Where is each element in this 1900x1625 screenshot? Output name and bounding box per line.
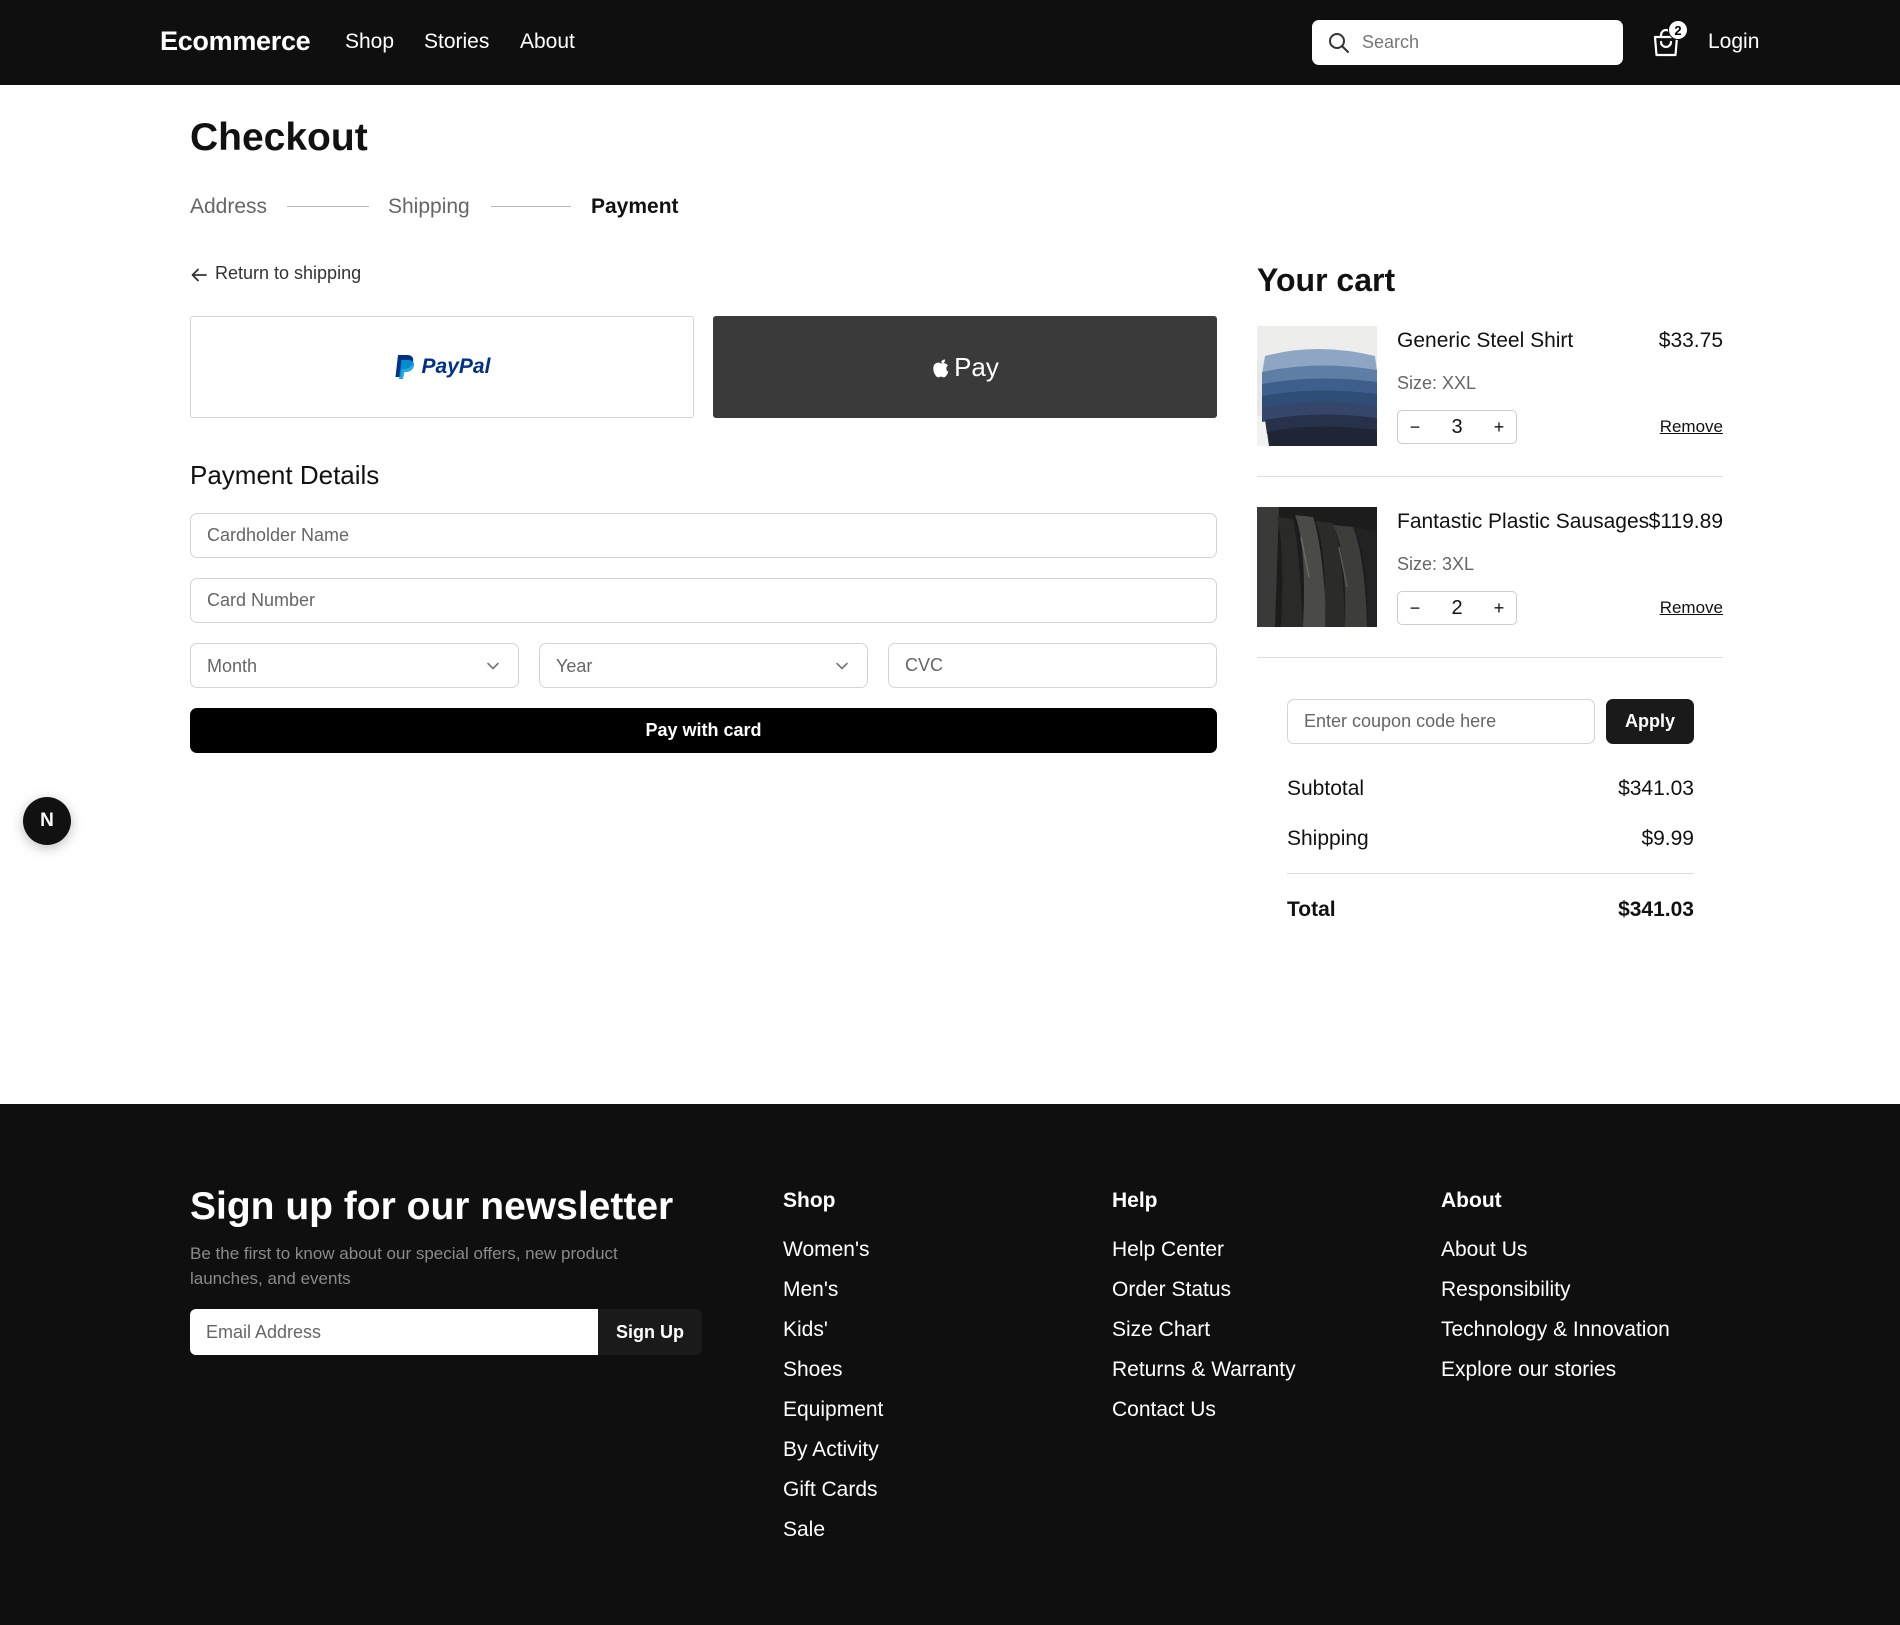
subtotal-label: Subtotal <box>1287 777 1365 800</box>
footer-column-title-help: Help <box>1112 1189 1158 1212</box>
card-number-field[interactable] <box>190 578 1217 623</box>
return-to-shipping-label: Return to shipping <box>215 263 362 283</box>
footer-column-title-shop: Shop <box>783 1189 836 1212</box>
cart-count-badge: 2 <box>1668 20 1688 40</box>
cart-item-name[interactable]: Generic Steel Shirt <box>1397 329 1573 353</box>
apply-coupon-button[interactable]: Apply <box>1606 699 1694 744</box>
apple-pay-label: Pay <box>954 351 999 382</box>
quantity-stepper[interactable]: − 3 + <box>1397 410 1517 444</box>
chevron-down-icon <box>836 662 848 670</box>
footer-link[interactable]: By Activity <box>783 1438 879 1462</box>
sign-up-button[interactable]: Sign Up <box>598 1309 702 1355</box>
step-divider <box>491 206 571 207</box>
coupon-input[interactable] <box>1288 700 1594 743</box>
footer-link[interactable]: Technology & Innovation <box>1441 1318 1670 1342</box>
dev-tools-badge-label: N <box>40 810 54 831</box>
footer-link[interactable]: Order Status <box>1112 1278 1231 1302</box>
month-select-label: Month <box>207 656 258 676</box>
product-image[interactable] <box>1257 507 1377 627</box>
newsletter-form: Sign Up <box>190 1309 702 1355</box>
month-select[interactable]: Month <box>190 643 519 688</box>
paypal-label: PayPal <box>421 355 491 378</box>
newsletter-description: Be the first to know about our special o… <box>190 1244 618 1288</box>
pay-with-card-button[interactable]: Pay with card <box>190 708 1217 753</box>
step-address[interactable]: Address <box>190 195 267 219</box>
footer-link[interactable]: Size Chart <box>1112 1318 1210 1342</box>
total-value: $341.03 <box>1618 898 1694 921</box>
increase-quantity-button[interactable]: + <box>1482 411 1516 443</box>
remove-item-link[interactable]: Remove <box>1660 417 1723 437</box>
shipping-label: Shipping <box>1287 827 1369 850</box>
subtotal-value: $341.03 <box>1618 777 1694 800</box>
search-box[interactable] <box>1312 20 1623 65</box>
footer-link[interactable]: About Us <box>1441 1238 1527 1262</box>
search-input[interactable] <box>1362 20 1612 65</box>
folded-shirts-image <box>1257 326 1377 446</box>
page-title: Checkout <box>190 116 368 159</box>
quantity-stepper[interactable]: − 2 + <box>1397 591 1517 625</box>
divider <box>1257 657 1723 658</box>
newsletter-heading: Sign up for our newsletter <box>190 1185 674 1228</box>
year-select[interactable]: Year <box>539 643 868 688</box>
increase-quantity-button[interactable]: + <box>1482 592 1516 624</box>
footer-link[interactable]: Help Center <box>1112 1238 1224 1262</box>
footer-link[interactable]: Gift Cards <box>783 1478 878 1502</box>
apple-pay-button[interactable]: Pay <box>713 316 1217 418</box>
step-payment[interactable]: Payment <box>591 195 679 219</box>
card-number-input[interactable] <box>191 579 1216 622</box>
quantity-value: 3 <box>1451 416 1463 438</box>
paypal-button[interactable]: PayPal <box>190 316 694 418</box>
paypal-icon <box>395 355 414 379</box>
product-image[interactable] <box>1257 326 1377 446</box>
footer-link[interactable]: Responsibility <box>1441 1278 1571 1302</box>
divider <box>1287 873 1694 874</box>
year-select-label: Year <box>556 656 593 676</box>
footer-link[interactable]: Returns & Warranty <box>1112 1358 1296 1382</box>
footer-link[interactable]: Explore our stories <box>1441 1358 1616 1382</box>
footer-link[interactable]: Equipment <box>783 1398 883 1422</box>
cardholder-name-field[interactable] <box>190 513 1217 558</box>
email-input[interactable] <box>190 1309 598 1355</box>
top-navigation: Ecommerce Shop Stories About 2 Login <box>0 0 1900 85</box>
remove-item-link[interactable]: Remove <box>1660 598 1723 618</box>
payment-details-heading: Payment Details <box>190 460 380 490</box>
login-link[interactable]: Login <box>1708 30 1759 54</box>
brand-logo[interactable]: Ecommerce <box>160 26 311 57</box>
step-divider <box>287 206 369 207</box>
arrow-left-icon <box>191 268 207 282</box>
nav-link-about[interactable]: About <box>520 30 575 54</box>
cart-heading: Your cart <box>1257 262 1396 298</box>
cart-item-name[interactable]: Fantastic Plastic Sausages <box>1397 510 1649 534</box>
step-shipping[interactable]: Shipping <box>388 195 470 219</box>
footer-link[interactable]: Contact Us <box>1112 1398 1216 1422</box>
footer-link[interactable]: Sale <box>783 1518 825 1542</box>
nav-link-shop[interactable]: Shop <box>345 30 394 54</box>
chevron-down-icon <box>487 662 499 670</box>
cart-item-size: Size: XXL <box>1397 373 1477 393</box>
return-to-shipping-link[interactable]: Return to shipping <box>190 263 361 284</box>
footer-link[interactable]: Men's <box>783 1278 838 1302</box>
apple-icon <box>933 359 949 378</box>
footer-link[interactable]: Shoes <box>783 1358 843 1382</box>
nav-link-stories[interactable]: Stories <box>424 30 489 54</box>
shipping-value: $9.99 <box>1641 827 1694 850</box>
footer-link[interactable]: Kids' <box>783 1318 828 1342</box>
cvc-input[interactable] <box>889 644 1216 687</box>
dev-tools-badge[interactable]: N <box>23 797 71 845</box>
divider <box>1257 476 1723 477</box>
footer-link[interactable]: Women's <box>783 1238 869 1262</box>
search-icon <box>1329 33 1349 53</box>
cardholder-name-input[interactable] <box>191 514 1216 557</box>
footer-column-title-about: About <box>1441 1189 1502 1212</box>
decrease-quantity-button[interactable]: − <box>1398 411 1432 443</box>
cart-item-size: Size: 3XL <box>1397 554 1475 574</box>
cart-item-price: $33.75 <box>1658 329 1723 352</box>
coupon-field[interactable] <box>1287 699 1595 744</box>
cvc-field[interactable] <box>888 643 1217 688</box>
cart-item-price: $119.89 <box>1648 510 1723 533</box>
hanging-clothes-image <box>1257 507 1377 627</box>
decrease-quantity-button[interactable]: − <box>1398 592 1432 624</box>
total-label: Total <box>1287 898 1336 921</box>
quantity-value: 2 <box>1451 597 1463 619</box>
